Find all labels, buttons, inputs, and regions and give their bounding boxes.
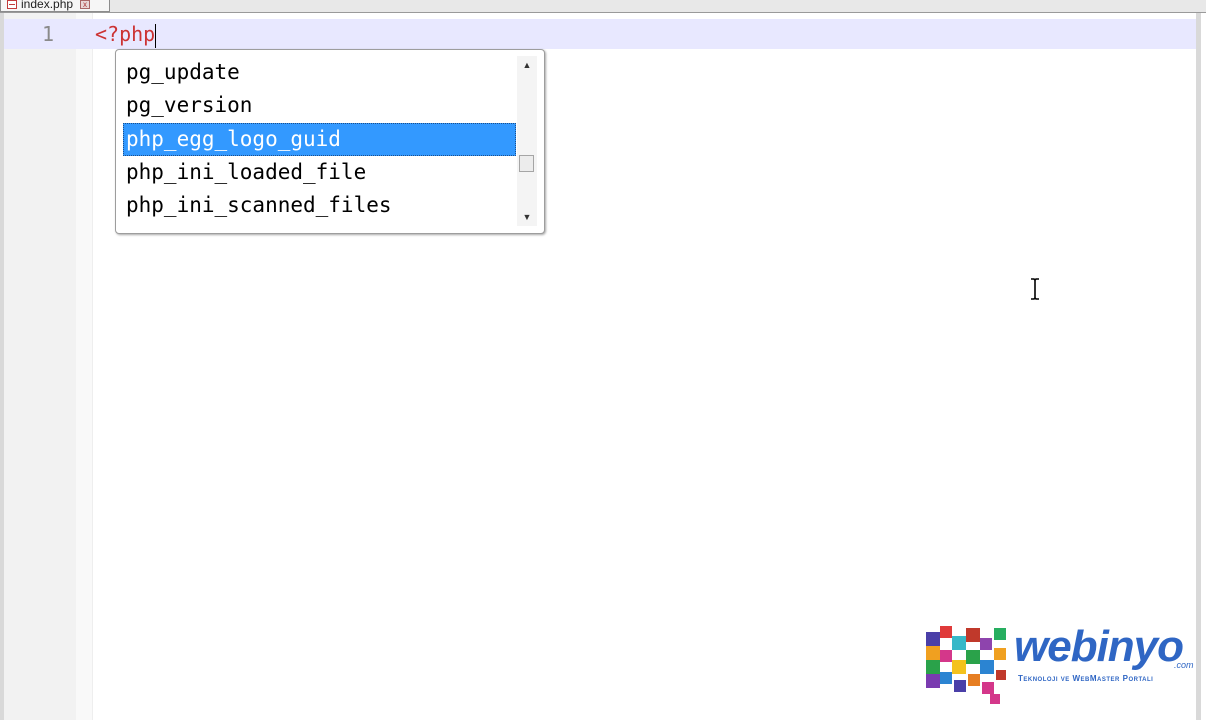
- tab-label: index.php: [21, 0, 74, 11]
- tab-strip: index.php x: [0, 0, 1206, 13]
- logo-mark-icon: [926, 626, 1006, 704]
- scroll-down-arrow-icon[interactable]: ▼: [517, 208, 537, 226]
- autocomplete-item[interactable]: php_ini_scanned_files: [123, 189, 516, 222]
- autocomplete-item-selected[interactable]: php_egg_logo_guid: [123, 123, 516, 156]
- autocomplete-item[interactable]: php_ini_loaded_file: [123, 156, 516, 189]
- close-icon[interactable]: x: [80, 0, 91, 9]
- php-file-icon: [7, 0, 17, 9]
- line-number-gutter: [4, 13, 76, 720]
- text-caret: [155, 23, 157, 48]
- logo-wordmark: webinyo: [1014, 622, 1184, 671]
- autocomplete-popup: pg_update pg_version php_egg_logo_guid p…: [115, 49, 545, 234]
- current-line-highlight: [4, 19, 1196, 49]
- line-number: 1: [41, 22, 54, 46]
- scrollbar-thumb[interactable]: [519, 155, 534, 172]
- logo-tagline: Teknoloji ve WebMaster Portalı: [1018, 674, 1154, 683]
- fold-margin[interactable]: [76, 13, 93, 720]
- code-line[interactable]: <?php: [95, 19, 157, 49]
- autocomplete-item[interactable]: pg_update: [123, 56, 516, 89]
- webinyo-logo: webinyo .com Teknoloji ve WebMaster Port…: [922, 622, 1202, 706]
- autocomplete-item[interactable]: pg_version: [123, 89, 516, 122]
- tab-index-php[interactable]: index.php x: [0, 0, 110, 12]
- php-open-tag: <?php: [95, 22, 156, 46]
- autocomplete-scrollbar[interactable]: ▲ ▼: [517, 56, 537, 226]
- logo-tld: .com: [1174, 660, 1194, 670]
- ibeam-cursor-icon: [1031, 278, 1039, 300]
- autocomplete-list[interactable]: pg_update pg_version php_egg_logo_guid p…: [123, 56, 516, 226]
- scroll-up-arrow-icon[interactable]: ▲: [517, 56, 537, 74]
